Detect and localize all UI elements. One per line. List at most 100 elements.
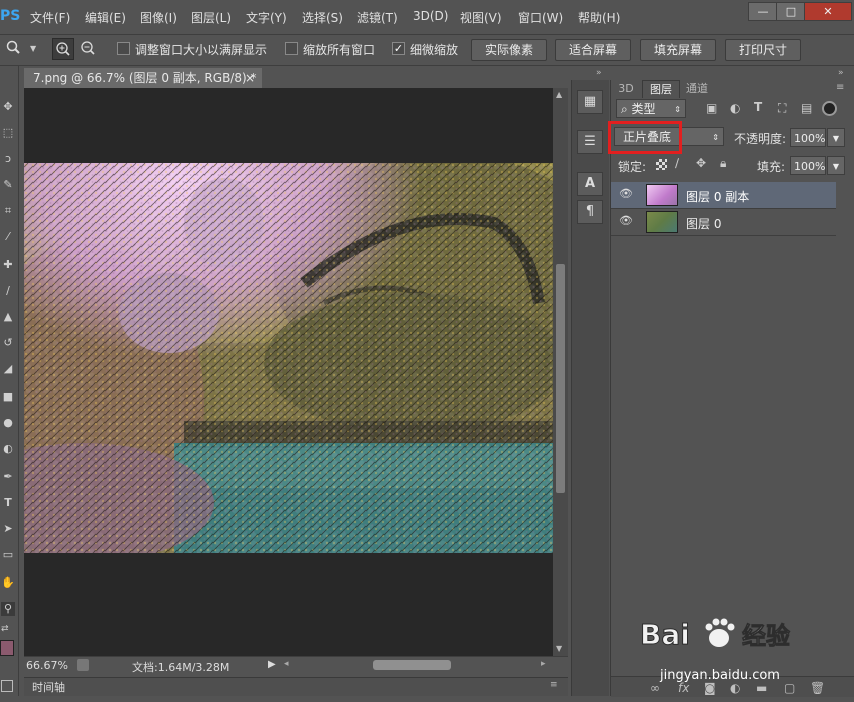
lock-transparent-icon[interactable] <box>656 159 667 170</box>
pixel-layer-filter-icon[interactable]: ▣ <box>706 101 720 115</box>
filter-toggle-icon[interactable] <box>822 101 837 116</box>
shape-layer-filter-icon[interactable]: ⛶ <box>778 101 792 115</box>
menu-file[interactable]: 文件(F) <box>30 9 70 26</box>
hand-tool-icon[interactable]: ✋ <box>1 576 15 590</box>
layer-name[interactable]: 图层 0 副本 <box>686 188 749 205</box>
layer-filter-select[interactable]: ⌕ 类型 ⇕ <box>616 99 686 118</box>
zoom-level[interactable]: 66.67% <box>26 659 68 672</box>
foreground-color-swatch[interactable] <box>0 640 14 656</box>
scroll-down-icon[interactable]: ▼ <box>556 644 562 653</box>
tab-layers[interactable]: 图层 <box>642 80 680 98</box>
marquee-tool-icon[interactable]: ⬚ <box>1 126 15 140</box>
menu-edit[interactable]: 编辑(E) <box>85 9 126 26</box>
collapse-dock-icon[interactable]: » <box>596 68 602 78</box>
zoom-in-button[interactable] <box>52 38 74 60</box>
fill-screen-button[interactable]: 填充屏幕 <box>640 39 716 61</box>
menu-select[interactable]: 选择(S) <box>302 9 343 26</box>
menu-filter[interactable]: 滤镜(T) <box>357 9 398 26</box>
paragraph-panel-icon[interactable]: ¶ <box>577 200 603 224</box>
quick-mask-icon[interactable] <box>1 680 13 692</box>
timeline-panel[interactable] <box>24 677 568 696</box>
eyedropper-tool-icon[interactable]: ⁄ <box>1 230 15 244</box>
type-tool-icon[interactable]: T <box>1 496 15 510</box>
menu-image[interactable]: 图像(I) <box>140 9 177 26</box>
link-layers-icon[interactable]: ∞ <box>650 681 660 695</box>
document-tab[interactable]: 7.png @ 66.7% (图层 0 副本, RGB/8) * × <box>24 68 262 88</box>
zoom-tool-icon[interactable] <box>6 40 20 54</box>
adjustment-layer-icon[interactable]: ◐ <box>730 681 740 695</box>
clone-stamp-tool-icon[interactable]: ▲ <box>1 310 15 324</box>
opacity-dropdown-icon[interactable]: ▼ <box>827 128 845 147</box>
timeline-menu-icon[interactable]: ≡ <box>550 680 558 690</box>
menu-window[interactable]: 窗口(W) <box>518 9 563 26</box>
minimize-button[interactable]: — <box>748 2 778 21</box>
close-document-icon[interactable]: × <box>245 68 255 88</box>
delete-layer-icon[interactable]: 🗑︎ <box>810 681 825 695</box>
dodge-tool-icon[interactable]: ◐ <box>1 442 15 456</box>
quick-select-tool-icon[interactable]: ✎ <box>1 178 15 192</box>
panel-menu-icon[interactable]: ≡ <box>836 82 844 93</box>
hscroll-left-icon[interactable]: ◂ <box>284 659 289 669</box>
layer-visibility-eye-icon[interactable]: 👁︎ <box>619 214 634 229</box>
menu-3d[interactable]: 3D(D) <box>413 9 448 23</box>
lock-position-icon[interactable]: ✥ <box>696 156 706 170</box>
healing-brush-tool-icon[interactable]: ✚ <box>1 258 15 272</box>
maximize-button[interactable]: □ <box>776 2 806 21</box>
gradient-tool-icon[interactable]: ■ <box>1 390 15 404</box>
layer-mask-icon[interactable]: ◙ <box>704 681 716 695</box>
pen-tool-icon[interactable]: ✒ <box>1 470 15 484</box>
tool-preset-dropdown-icon[interactable]: ▼ <box>30 44 36 53</box>
print-size-button[interactable]: 打印尺寸 <box>725 39 801 61</box>
crop-tool-icon[interactable]: ⌗ <box>1 204 15 218</box>
scroll-up-icon[interactable]: ▲ <box>556 90 562 99</box>
brush-tool-icon[interactable]: ∕ <box>1 284 15 298</box>
menu-type[interactable]: 文字(Y) <box>246 9 287 26</box>
hscroll-right-icon[interactable]: ▸ <box>541 659 546 669</box>
layer-row-copy[interactable]: 👁︎ 图层 0 副本 <box>611 182 836 209</box>
document-image[interactable] <box>0 153 614 563</box>
blur-tool-icon[interactable]: ● <box>1 416 15 430</box>
scrubby-zoom-checkbox[interactable]: ✓ <box>392 42 405 55</box>
character-panel-icon[interactable]: A <box>577 172 603 196</box>
new-layer-icon[interactable]: ▢ <box>784 681 795 695</box>
opacity-input[interactable]: 100% <box>790 128 826 147</box>
histogram-panel-icon[interactable]: ▦ <box>577 90 603 114</box>
zoom-all-windows-checkbox[interactable] <box>285 42 298 55</box>
close-button[interactable]: ✕ <box>804 2 852 21</box>
properties-panel-icon[interactable]: ☰ <box>577 130 603 154</box>
history-brush-tool-icon[interactable]: ↺ <box>1 336 15 350</box>
shape-tool-icon[interactable]: ▭ <box>1 548 15 562</box>
tab-channels[interactable]: 通道 <box>680 80 714 97</box>
vertical-scroll-thumb[interactable] <box>556 264 565 493</box>
status-menu-icon[interactable] <box>77 659 89 671</box>
zoom-tool-selected-icon[interactable]: ⚲ <box>1 602 15 616</box>
new-group-icon[interactable]: ▬ <box>756 681 767 695</box>
fill-dropdown-icon[interactable]: ▼ <box>827 156 845 175</box>
smart-object-filter-icon[interactable]: ▤ <box>801 101 815 115</box>
layer-visibility-eye-icon[interactable]: 👁︎ <box>619 187 634 202</box>
collapse-panel-icon[interactable]: » <box>838 68 844 78</box>
lock-all-icon[interactable]: 🔒︎ <box>720 156 726 171</box>
lock-pixels-icon[interactable]: ∕ <box>675 156 679 170</box>
adjustment-layer-filter-icon[interactable]: ◐ <box>730 101 744 115</box>
move-tool-icon[interactable]: ✥ <box>1 100 15 114</box>
layer-row-base[interactable]: 👁︎ 图层 0 <box>611 209 836 236</box>
type-layer-filter-icon[interactable]: T <box>754 100 768 114</box>
path-select-tool-icon[interactable]: ➤ <box>1 522 15 536</box>
zoom-out-button[interactable] <box>78 38 98 58</box>
actual-pixels-button[interactable]: 实际像素 <box>471 39 547 61</box>
layer-name[interactable]: 图层 0 <box>686 215 721 232</box>
swap-colors-icon[interactable]: ⇄ <box>1 624 9 634</box>
fit-screen-button[interactable]: 适合屏幕 <box>555 39 631 61</box>
lasso-tool-icon[interactable]: ↄ <box>1 152 15 166</box>
fill-input[interactable]: 100% <box>790 156 826 175</box>
horizontal-scroll-thumb[interactable] <box>373 660 451 670</box>
eraser-tool-icon[interactable]: ◢ <box>1 362 15 376</box>
menu-layer[interactable]: 图层(L) <box>191 9 231 26</box>
menu-view[interactable]: 视图(V) <box>460 9 502 26</box>
resize-windows-checkbox[interactable] <box>117 42 130 55</box>
status-expand-icon[interactable]: ▶ <box>268 659 276 670</box>
menu-help[interactable]: 帮助(H) <box>578 9 620 26</box>
layer-style-icon[interactable]: fx <box>678 681 689 695</box>
tab-3d[interactable]: 3D <box>614 80 638 97</box>
